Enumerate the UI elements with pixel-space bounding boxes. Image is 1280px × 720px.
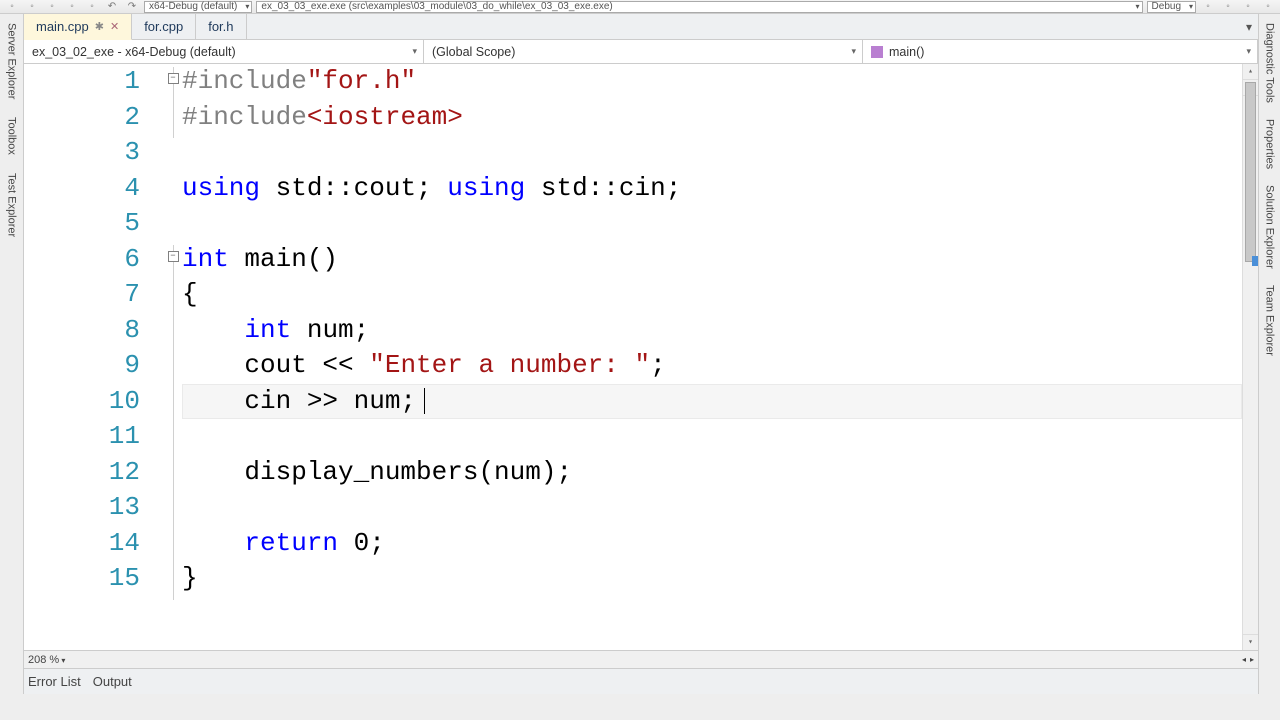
code-area[interactable]: 123456789101112131415 −− #include"for.h"… — [24, 64, 1258, 650]
toolbox-tab[interactable]: Toolbox — [4, 112, 20, 160]
error-list-tab[interactable]: Error List — [28, 674, 81, 689]
vertical-scrollbar[interactable]: ▴ — ▾ — [1242, 64, 1258, 650]
line-numbers: 123456789101112131415 — [24, 64, 164, 650]
editor-column: main.cpp ✱ ✕ for.cpp for.h ▾ ex_03_02_ex… — [24, 14, 1258, 694]
test-explorer-tab[interactable]: Test Explorer — [4, 168, 20, 242]
tool-icon-1[interactable]: ◦ — [1200, 1, 1216, 13]
doc-tabs: main.cpp ✱ ✕ for.cpp for.h ▾ — [24, 14, 1258, 40]
save-icon[interactable]: ◦ — [64, 1, 80, 13]
solution-explorer-tab[interactable]: Solution Explorer — [1262, 180, 1278, 274]
doc-tab-label: for.h — [208, 19, 233, 34]
change-marker — [1252, 256, 1258, 266]
nav-member-combo[interactable]: main() — [863, 40, 1258, 63]
right-sidewell: Diagnostic Tools Properties Solution Exp… — [1258, 14, 1280, 694]
nav-project-combo[interactable]: ex_03_02_exe - x64-Debug (default) — [24, 40, 424, 63]
new-icon[interactable]: ◦ — [24, 1, 40, 13]
doc-tab-main-cpp[interactable]: main.cpp ✱ ✕ — [24, 14, 132, 40]
tool-icon-3[interactable]: ◦ — [1240, 1, 1256, 13]
nav-member-label: main() — [889, 45, 924, 59]
main-area: Server Explorer Toolbox Test Explorer ma… — [0, 14, 1280, 694]
server-explorer-tab[interactable]: Server Explorer — [4, 18, 20, 104]
doc-tab-label: main.cpp — [36, 19, 89, 34]
doc-tab-for-h[interactable]: for.h — [196, 14, 246, 39]
target-combo[interactable]: ex_03_03_exe.exe (src\examples\03_module… — [256, 1, 1142, 13]
debug-combo[interactable]: Debug — [1147, 1, 1196, 13]
output-tab[interactable]: Output — [93, 674, 132, 689]
diagnostic-tools-tab[interactable]: Diagnostic Tools — [1262, 18, 1278, 108]
save-all-icon[interactable]: ◦ — [84, 1, 100, 13]
close-icon[interactable]: ✕ — [110, 20, 119, 33]
modified-icon: ✱ — [95, 20, 104, 33]
method-icon — [871, 46, 883, 58]
zoom-bar: 208 % ◂ ▸ — [24, 650, 1258, 668]
top-toolbar: ◦ ◦ ◦ ◦ ◦ ↶ ↷ x64-Debug (default) ex_03_… — [0, 0, 1280, 14]
scroll-h-left-icon[interactable]: ◂ — [1242, 655, 1246, 664]
team-explorer-tab[interactable]: Team Explorer — [1262, 280, 1278, 361]
tool-icon-4[interactable]: ◦ — [1260, 1, 1276, 13]
nav-scope-combo[interactable]: (Global Scope) — [424, 40, 863, 63]
properties-tab[interactable]: Properties — [1262, 114, 1278, 174]
tab-overflow-icon[interactable]: ▾ — [1240, 14, 1258, 39]
text-cursor — [424, 388, 425, 414]
left-sidewell: Server Explorer Toolbox Test Explorer — [0, 14, 24, 694]
config-combo[interactable]: x64-Debug (default) — [144, 1, 252, 13]
nav-bar: ex_03_02_exe - x64-Debug (default) (Glob… — [24, 40, 1258, 64]
scroll-h-right-icon[interactable]: ▸ — [1250, 655, 1254, 664]
scroll-thumb[interactable] — [1245, 82, 1256, 262]
open-icon[interactable]: ◦ — [44, 1, 60, 13]
tool-icon-2[interactable]: ◦ — [1220, 1, 1236, 13]
nav-back-icon[interactable]: ◦ — [4, 1, 20, 13]
redo-icon[interactable]: ↷ — [124, 1, 140, 13]
code-lines[interactable]: #include"for.h"#include<iostream>using s… — [182, 64, 1242, 650]
scroll-down-icon[interactable]: ▾ — [1243, 634, 1258, 650]
undo-icon[interactable]: ↶ — [104, 1, 120, 13]
doc-tab-for-cpp[interactable]: for.cpp — [132, 14, 196, 39]
doc-tab-label: for.cpp — [144, 19, 183, 34]
fold-column[interactable]: −− — [164, 64, 182, 650]
bottom-tabs: Error List Output — [24, 668, 1258, 694]
zoom-combo[interactable]: 208 % — [28, 654, 65, 666]
